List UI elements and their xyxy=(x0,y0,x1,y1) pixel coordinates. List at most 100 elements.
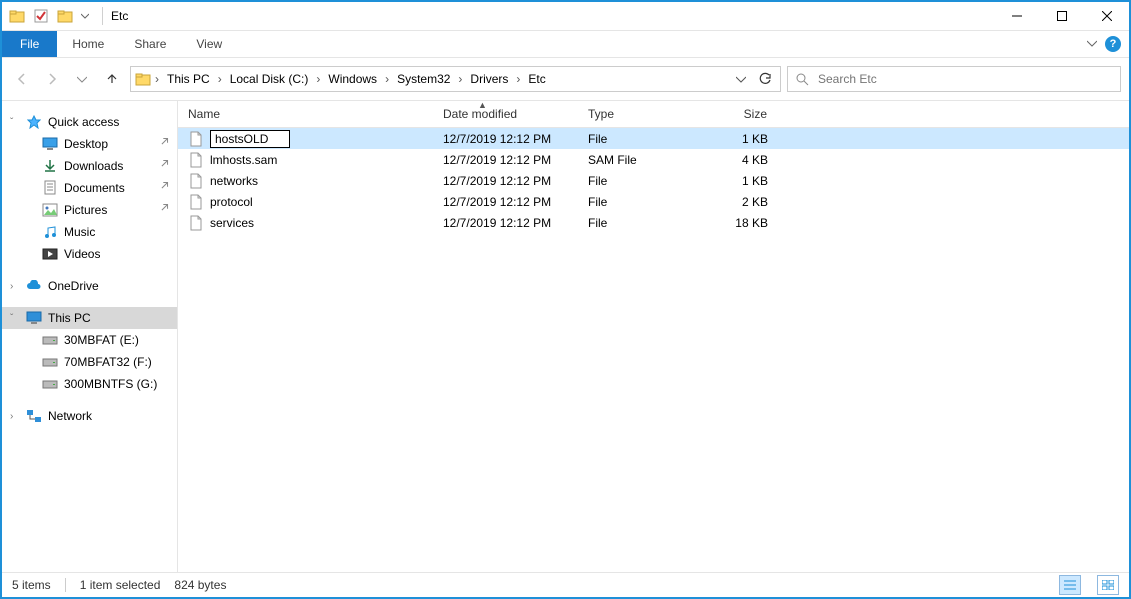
desktop-icon xyxy=(42,136,58,152)
help-icon[interactable]: ? xyxy=(1105,36,1121,52)
explorer-window: Etc File Home Share View ? › This PC› Lo… xyxy=(0,0,1131,599)
search-input[interactable] xyxy=(816,71,1114,87)
properties-icon[interactable] xyxy=(30,5,52,27)
file-row[interactable]: hostsOLD12/7/2019 12:12 PMFile1 KB xyxy=(178,128,1129,149)
nav-quick-music[interactable]: Music xyxy=(2,221,177,243)
recent-locations-icon[interactable] xyxy=(70,67,94,91)
refresh-icon[interactable] xyxy=(754,68,776,90)
chevron-right-icon[interactable]: › xyxy=(10,411,13,422)
ribbon-tabs: File Home Share View ? xyxy=(2,31,1129,58)
chevron-right-icon[interactable]: › xyxy=(153,72,161,86)
file-tab[interactable]: File xyxy=(2,31,57,57)
close-button[interactable] xyxy=(1084,2,1129,30)
pin-icon xyxy=(159,137,169,152)
file-type: File xyxy=(578,216,698,230)
pin-icon xyxy=(159,181,169,196)
chevron-right-icon[interactable]: › xyxy=(383,72,391,86)
star-icon xyxy=(26,114,42,130)
nav-this-pc[interactable]: ˇ This PC xyxy=(2,307,177,329)
pin-icon xyxy=(159,159,169,174)
title-bar: Etc xyxy=(2,2,1129,31)
drive-icon xyxy=(42,354,58,370)
back-button[interactable] xyxy=(10,67,34,91)
nav-item-label: 70MBFAT32 (F:) xyxy=(64,355,152,369)
chevron-right-icon[interactable]: › xyxy=(514,72,522,86)
nav-quick-documents[interactable]: Documents xyxy=(2,177,177,199)
file-type: File xyxy=(578,132,698,146)
nav-drive[interactable]: 30MBFAT (E:) xyxy=(2,329,177,351)
breadcrumb-segment[interactable]: Local Disk (C:) xyxy=(226,72,313,86)
file-icon xyxy=(188,215,204,231)
breadcrumb-segment[interactable]: This PC xyxy=(163,72,214,86)
column-size[interactable]: Size xyxy=(698,107,778,121)
downloads-icon xyxy=(42,158,58,174)
nav-drive[interactable]: 300MBNTFS (G:) xyxy=(2,373,177,395)
details-view-button[interactable] xyxy=(1059,575,1081,595)
nav-item-label: 300MBNTFS (G:) xyxy=(64,377,157,391)
window-title: Etc xyxy=(109,9,128,23)
breadcrumb-segment[interactable]: Etc xyxy=(524,72,549,86)
file-name: networks xyxy=(210,174,258,188)
file-date: 12/7/2019 12:12 PM xyxy=(433,174,578,188)
chevron-right-icon[interactable]: › xyxy=(456,72,464,86)
search-icon xyxy=(794,71,810,87)
file-row[interactable]: services12/7/2019 12:12 PMFile18 KB xyxy=(178,212,1129,233)
sort-ascending-icon: ▲ xyxy=(478,100,487,110)
file-list[interactable]: hostsOLD12/7/2019 12:12 PMFile1 KBlmhost… xyxy=(178,128,1129,572)
rename-input[interactable]: hostsOLD xyxy=(210,130,290,148)
large-icons-view-button[interactable] xyxy=(1097,575,1119,595)
tab-share[interactable]: Share xyxy=(119,31,181,57)
videos-icon xyxy=(42,246,58,262)
file-row[interactable]: networks12/7/2019 12:12 PMFile1 KB xyxy=(178,170,1129,191)
nav-network[interactable]: › Network xyxy=(2,405,177,427)
status-bar: 5 items 1 item selected 824 bytes xyxy=(2,572,1129,597)
column-type[interactable]: Type xyxy=(578,107,698,121)
file-row[interactable]: lmhosts.sam12/7/2019 12:12 PMSAM File4 K… xyxy=(178,149,1129,170)
music-icon xyxy=(42,224,58,240)
column-name[interactable]: Name ▲ xyxy=(178,107,433,121)
quick-access-toolbar xyxy=(2,2,96,30)
chevron-right-icon[interactable]: › xyxy=(216,72,224,86)
nav-quick-pictures[interactable]: Pictures xyxy=(2,199,177,221)
file-type: File xyxy=(578,174,698,188)
status-count: 5 items xyxy=(12,578,51,592)
nav-drive[interactable]: 70MBFAT32 (F:) xyxy=(2,351,177,373)
forward-button[interactable] xyxy=(40,67,64,91)
breadcrumb-segment[interactable]: System32 xyxy=(393,72,454,86)
nav-onedrive[interactable]: › OneDrive xyxy=(2,275,177,297)
maximize-button[interactable] xyxy=(1039,2,1084,30)
address-row: › This PC› Local Disk (C:)› Windows› Sys… xyxy=(2,58,1129,101)
file-type: SAM File xyxy=(578,153,698,167)
nav-item-label: Music xyxy=(64,225,95,239)
chevron-right-icon[interactable]: › xyxy=(10,281,13,292)
minimize-button[interactable] xyxy=(994,2,1039,30)
nav-quick-downloads[interactable]: Downloads xyxy=(2,155,177,177)
search-box[interactable] xyxy=(787,66,1121,92)
navigation-pane[interactable]: ˇ Quick access Desktop Downloads Documents… xyxy=(2,101,178,572)
expand-ribbon-icon[interactable] xyxy=(1087,37,1097,51)
nav-quick-videos[interactable]: Videos xyxy=(2,243,177,265)
nav-quick-access[interactable]: ˇ Quick access xyxy=(2,111,177,133)
file-icon xyxy=(188,194,204,210)
qat-dropdown-icon[interactable] xyxy=(78,5,92,27)
chevron-right-icon[interactable]: › xyxy=(314,72,322,86)
breadcrumb-segment[interactable]: Drivers xyxy=(466,72,512,86)
content-pane: Name ▲ Date modified Type Size hostsOLD1… xyxy=(178,101,1129,572)
address-bar[interactable]: › This PC› Local Disk (C:)› Windows› Sys… xyxy=(130,66,781,92)
pictures-icon xyxy=(42,202,58,218)
breadcrumb-segment[interactable]: Windows xyxy=(324,72,381,86)
up-button[interactable] xyxy=(100,67,124,91)
chevron-down-icon[interactable]: ˇ xyxy=(10,313,13,324)
monitor-icon xyxy=(26,310,42,326)
nav-item-label: Pictures xyxy=(64,203,107,217)
tab-home[interactable]: Home xyxy=(57,31,119,57)
chevron-down-icon[interactable]: ˇ xyxy=(10,117,13,128)
address-dropdown-icon[interactable] xyxy=(730,68,752,90)
new-folder-icon[interactable] xyxy=(54,5,76,27)
file-row[interactable]: protocol12/7/2019 12:12 PMFile2 KB xyxy=(178,191,1129,212)
nav-quick-desktop[interactable]: Desktop xyxy=(2,133,177,155)
folder-icon[interactable] xyxy=(6,5,28,27)
column-date[interactable]: Date modified xyxy=(433,107,578,121)
tab-view[interactable]: View xyxy=(181,31,237,57)
nav-item-label: Downloads xyxy=(64,159,123,173)
